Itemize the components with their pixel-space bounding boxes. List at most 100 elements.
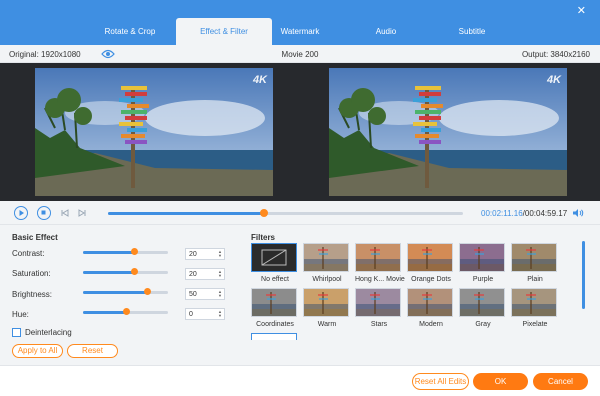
- filter-thumbnail[interactable]: [459, 243, 505, 272]
- saturation-stepper[interactable]: 20 ▲ ▼: [185, 268, 225, 280]
- filter-thumbnail[interactable]: [355, 288, 401, 317]
- filter-name: Modern: [419, 321, 443, 328]
- deinterlacing-label: Deinterlacing: [25, 328, 72, 337]
- progress-fill: [108, 212, 265, 215]
- filter-preview-image: [408, 292, 452, 316]
- slider-fill: [83, 251, 134, 254]
- current-time: 00:02:11.16: [481, 209, 523, 218]
- brightness-slider[interactable]: [83, 288, 168, 295]
- hue-stepper[interactable]: 0 ▲ ▼: [185, 308, 225, 320]
- tab-watermark[interactable]: Watermark: [252, 18, 348, 45]
- slider-fill: [83, 271, 134, 274]
- basic-effect-title: Basic Effect: [12, 233, 58, 242]
- filter-preview-image: [356, 247, 400, 271]
- reset-button[interactable]: Reset: [67, 344, 118, 358]
- slider-handle[interactable]: [131, 268, 138, 275]
- filter-item[interactable]: Hong K... Movie: [355, 243, 405, 283]
- stepper-arrows-icon[interactable]: ▲ ▼: [218, 290, 222, 298]
- filter-item[interactable]: Warm: [303, 288, 351, 328]
- time-display: 00:02:11.16/00:04:59.17: [481, 209, 567, 218]
- player-controls: 00:02:11.16/00:04:59.17: [0, 201, 600, 225]
- play-button[interactable]: [14, 206, 28, 220]
- stepper-arrows-icon[interactable]: ▲ ▼: [218, 310, 222, 318]
- filter-thumbnail[interactable]: [407, 288, 453, 317]
- close-icon[interactable]: ✕: [577, 6, 586, 17]
- filter-thumbnail[interactable]: [251, 333, 297, 340]
- filter-name: Gray: [475, 321, 491, 328]
- total-time: 00:04:59.17: [524, 209, 568, 218]
- filter-item[interactable]: [251, 333, 299, 340]
- filter-preview-image: [512, 247, 556, 271]
- filter-item[interactable]: No effect: [251, 243, 299, 283]
- slider-handle[interactable]: [143, 288, 151, 295]
- tab-audio[interactable]: Audio: [338, 18, 434, 45]
- filter-item[interactable]: Stars: [355, 288, 403, 328]
- progress-handle[interactable]: [260, 209, 269, 217]
- filter-thumbnail[interactable]: [407, 243, 453, 272]
- filter-thumbnail[interactable]: [459, 288, 505, 317]
- apply-to-all-button[interactable]: Apply to All: [12, 344, 63, 358]
- brightness-stepper[interactable]: 50 ▲ ▼: [185, 288, 225, 300]
- filter-preview-image: [408, 247, 452, 271]
- filter-item[interactable]: Orange Dots: [407, 243, 455, 283]
- beach-scene-image: [329, 68, 567, 196]
- video-editor-window: Rotate & Crop Effect & Filter Watermark …: [0, 0, 600, 396]
- filters-grid: No effect Whirlpool Hong K... Movie Orange …: [251, 243, 571, 340]
- slider-handle[interactable]: [131, 248, 138, 255]
- filter-thumbnail[interactable]: [251, 243, 297, 272]
- tab-rotate-crop[interactable]: Rotate & Crop: [82, 18, 178, 45]
- filter-item[interactable]: Plain: [511, 243, 559, 283]
- filter-thumbnail[interactable]: [303, 288, 349, 317]
- hue-slider[interactable]: [83, 308, 168, 315]
- stepper-arrows-icon[interactable]: ▲ ▼: [218, 250, 222, 258]
- filter-name: Coordinates: [256, 321, 294, 328]
- contrast-stepper[interactable]: 20 ▲ ▼: [185, 248, 225, 260]
- 4k-badge: 4K: [546, 74, 561, 86]
- stop-button[interactable]: [37, 206, 51, 220]
- filter-item[interactable]: Pixelate: [511, 288, 559, 328]
- tab-subtitle[interactable]: Subtitle: [424, 18, 520, 45]
- volume-icon[interactable]: [572, 208, 584, 218]
- info-row: Original: 1920x1080 Movie 200 Output: 38…: [0, 45, 600, 63]
- hue-value: 0: [189, 311, 193, 318]
- brightness-value: 50: [189, 291, 197, 298]
- filter-preview-image: [460, 292, 504, 316]
- reset-all-edits-button[interactable]: Reset All Edits: [412, 373, 469, 390]
- filter-item[interactable]: Coordinates: [251, 288, 299, 328]
- stepper-arrows-icon[interactable]: ▲ ▼: [218, 270, 222, 278]
- filter-thumbnail[interactable]: [251, 288, 297, 317]
- filter-preview-image: [512, 292, 556, 316]
- next-frame-icon[interactable]: [77, 208, 87, 218]
- footer-bar: Reset All Edits OK Cancel: [0, 365, 600, 396]
- contrast-slider[interactable]: [83, 248, 168, 255]
- ok-button[interactable]: OK: [473, 373, 528, 390]
- filter-thumbnail[interactable]: [355, 243, 401, 272]
- filter-thumbnail[interactable]: [511, 243, 557, 272]
- 4k-badge: 4K: [252, 74, 267, 86]
- slider-fill: [83, 291, 147, 294]
- filters-scrollbar[interactable]: [582, 241, 585, 309]
- output-preview: 4K: [329, 68, 567, 196]
- tab-bar: Rotate & Crop Effect & Filter Watermark …: [0, 0, 600, 45]
- stop-icon: [41, 210, 46, 215]
- previous-frame-icon[interactable]: [60, 208, 70, 218]
- progress-track[interactable]: [108, 209, 463, 217]
- saturation-slider[interactable]: [83, 268, 168, 275]
- filter-name: Purple: [472, 276, 494, 283]
- filter-item[interactable]: Whirlpool: [303, 243, 351, 283]
- filter-item[interactable]: Modern: [407, 288, 455, 328]
- cancel-button[interactable]: Cancel: [533, 373, 588, 390]
- filter-name: Plain: [527, 276, 543, 283]
- brightness-label: Brightness:: [12, 290, 53, 299]
- filter-thumbnail[interactable]: [511, 288, 557, 317]
- filters-title: Filters: [251, 233, 276, 242]
- filter-item[interactable]: Gray: [459, 288, 507, 328]
- filter-item[interactable]: Purple: [459, 243, 507, 283]
- beach-scene-image: [35, 68, 273, 196]
- preview-area: 4K 4K: [0, 63, 600, 201]
- filter-thumbnail[interactable]: [303, 243, 349, 272]
- slider-handle[interactable]: [122, 308, 130, 315]
- deinterlacing-checkbox[interactable]: [12, 328, 21, 337]
- play-icon: [19, 210, 24, 216]
- filter-name: Pixelate: [522, 321, 548, 328]
